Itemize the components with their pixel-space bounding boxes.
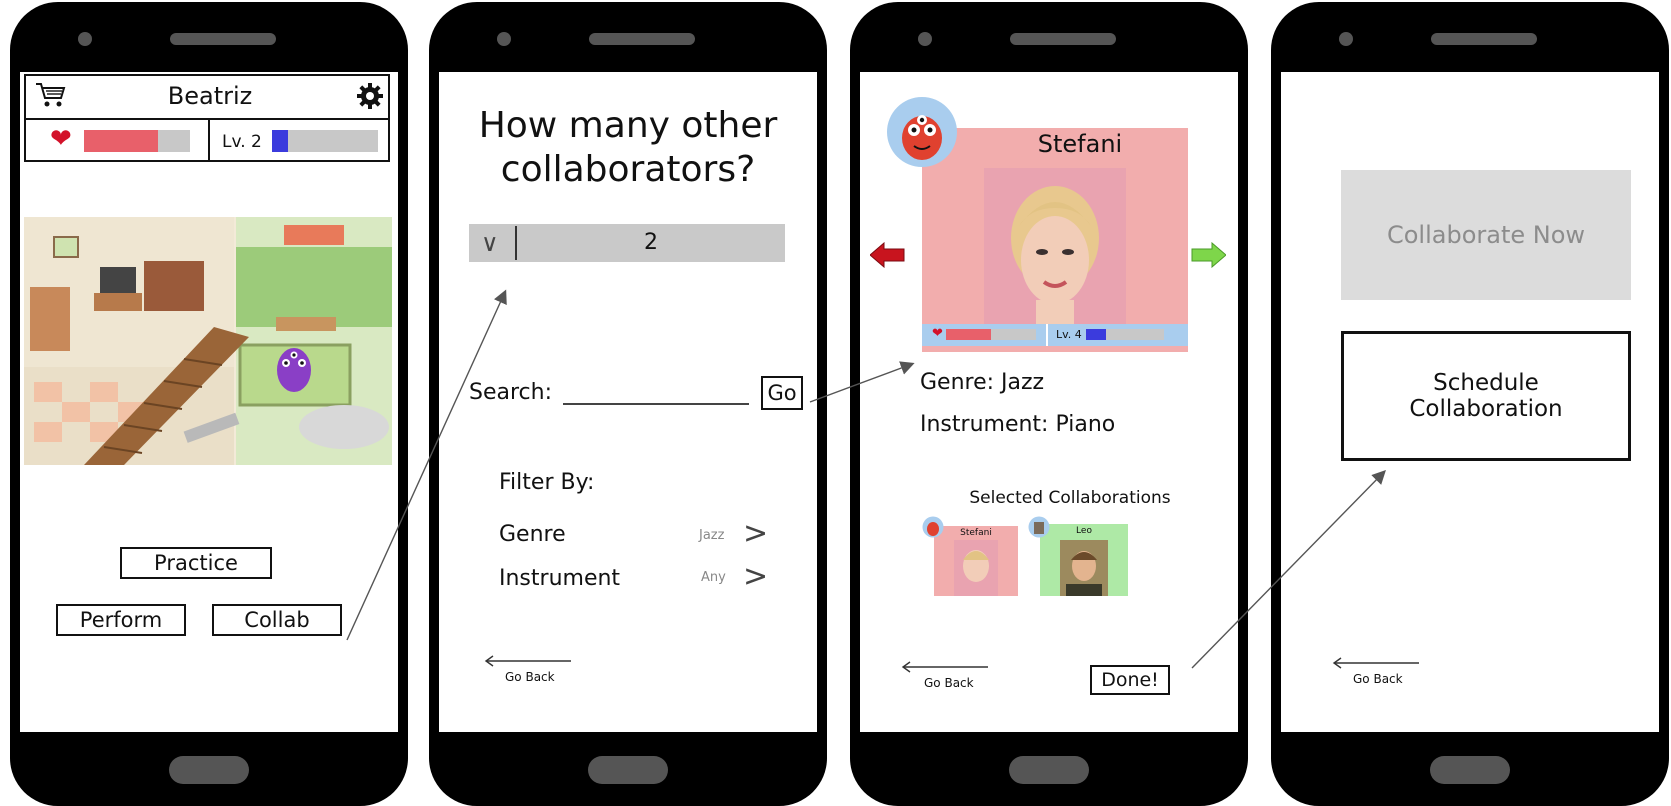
collaborator-count-screen: How many other collaborators? ∨ 2 Search…	[439, 72, 817, 732]
selected-card-photo	[954, 540, 998, 596]
go-back-link[interactable]: Go Back	[505, 670, 555, 684]
filter-genre-value[interactable]: Jazz	[699, 528, 724, 543]
health-bar	[84, 130, 190, 152]
selected-card-avatar	[922, 516, 944, 538]
back-arrow-icon[interactable]	[900, 660, 990, 674]
speaker-slot	[589, 33, 695, 45]
health-bar-fill	[946, 329, 991, 340]
perform-button-label: Perform	[79, 608, 163, 632]
filter-by-label: Filter By:	[499, 470, 595, 495]
collaborate-options-screen: Collaborate Now Schedule Collaboration G…	[1281, 72, 1659, 732]
heading-line-2: collaborators?	[500, 149, 756, 190]
level-label: Lv. 4	[1056, 328, 1082, 341]
stats-divider	[208, 120, 210, 162]
schedule-label-line-1: Schedule	[1433, 370, 1539, 396]
camera-dot	[78, 32, 92, 46]
collaborator-photo	[984, 168, 1126, 346]
player-name: Beatriz	[167, 82, 253, 110]
home-screen: Beatriz ❤ Lv. 2 Practice Perform Collab	[20, 72, 398, 732]
search-label: Search:	[469, 380, 552, 405]
selected-card-name: Leo	[1076, 526, 1092, 536]
filter-instrument-label: Instrument	[499, 566, 621, 591]
go-button[interactable]: Go	[761, 376, 803, 410]
selected-collaborations-title: Selected Collaborations	[969, 488, 1171, 508]
cart-icon[interactable]	[34, 80, 68, 110]
practice-button-label: Practice	[154, 551, 238, 575]
camera-dot	[918, 32, 932, 46]
go-back-link[interactable]: Go Back	[924, 676, 974, 690]
selected-card-name: Stefani	[960, 528, 992, 538]
schedule-label-line-2: Collaboration	[1409, 396, 1563, 422]
level-label: Lv. 2	[222, 132, 262, 152]
chevron-right-icon[interactable]: >	[743, 516, 768, 551]
previous-arrow-icon[interactable]	[870, 242, 906, 268]
collab-button[interactable]: Collab	[212, 604, 342, 636]
collaborator-profile-screen: Stefani ❤ Lv. 4 Genre: Jazz Instrument:	[860, 72, 1238, 732]
health-bar	[946, 329, 1036, 340]
back-arrow-icon[interactable]	[1331, 656, 1421, 670]
heart-icon: ❤	[932, 326, 943, 341]
done-button-label: Done!	[1101, 669, 1159, 691]
collaborator-count-dropdown[interactable]: ∨ 2	[469, 224, 785, 262]
level-bar	[272, 130, 378, 152]
avatar	[887, 97, 957, 167]
filter-instrument-value[interactable]: Any	[701, 570, 726, 585]
collaborate-now-label: Collaborate Now	[1386, 221, 1586, 249]
camera-dot	[1339, 32, 1353, 46]
next-arrow-icon[interactable]	[1190, 242, 1226, 268]
stats-divider	[1046, 324, 1048, 346]
selected-card-avatar	[1028, 516, 1050, 538]
page-heading: How many other collaborators?	[439, 104, 817, 192]
selected-card-stefani[interactable]: Stefani	[934, 526, 1018, 596]
selected-card-leo[interactable]: Leo	[1040, 524, 1128, 596]
perform-button[interactable]: Perform	[56, 604, 186, 636]
phone-1: Beatriz ❤ Lv. 2 Practice Perform Collab	[10, 2, 408, 806]
done-button[interactable]: Done!	[1090, 665, 1170, 695]
speaker-slot	[1431, 33, 1537, 45]
practice-button[interactable]: Practice	[120, 547, 272, 579]
search-input[interactable]	[563, 403, 749, 405]
go-button-label: Go	[767, 381, 797, 405]
home-button[interactable]	[588, 756, 668, 784]
room-scene-image	[24, 217, 392, 465]
heart-icon: ❤	[50, 124, 72, 154]
collab-button-label: Collab	[244, 608, 310, 632]
camera-dot	[497, 32, 511, 46]
home-button[interactable]	[169, 756, 249, 784]
level-bar	[1086, 329, 1164, 340]
level-bar-fill	[1086, 329, 1106, 340]
gear-icon[interactable]	[356, 82, 384, 110]
chevron-right-icon[interactable]: >	[743, 559, 768, 594]
phone-3: Stefani ❤ Lv. 4 Genre: Jazz Instrument:	[850, 2, 1248, 806]
phone-2: How many other collaborators? ∨ 2 Search…	[429, 2, 827, 806]
home-button[interactable]	[1009, 756, 1089, 784]
back-arrow-icon[interactable]	[483, 654, 573, 668]
speaker-slot	[1010, 33, 1116, 45]
level-bar-fill	[272, 130, 288, 152]
selected-card-photo	[1060, 540, 1108, 596]
heading-line-1: How many other	[478, 105, 778, 146]
home-button[interactable]	[1430, 756, 1510, 784]
dropdown-value: 2	[644, 230, 658, 255]
chevron-down-icon[interactable]: ∨	[481, 229, 499, 257]
genre-text: Genre: Jazz	[920, 370, 1045, 395]
filter-genre-label: Genre	[499, 522, 566, 547]
phone-4: Collaborate Now Schedule Collaboration G…	[1271, 2, 1669, 806]
go-back-link[interactable]: Go Back	[1353, 672, 1403, 686]
collaborate-now-button[interactable]: Collaborate Now	[1341, 170, 1631, 300]
instrument-text: Instrument: Piano	[920, 412, 1116, 437]
health-bar-fill	[84, 130, 159, 152]
speaker-slot	[170, 33, 276, 45]
schedule-collaboration-button[interactable]: Schedule Collaboration	[1341, 331, 1631, 461]
collaborator-name: Stefani	[1037, 130, 1123, 158]
